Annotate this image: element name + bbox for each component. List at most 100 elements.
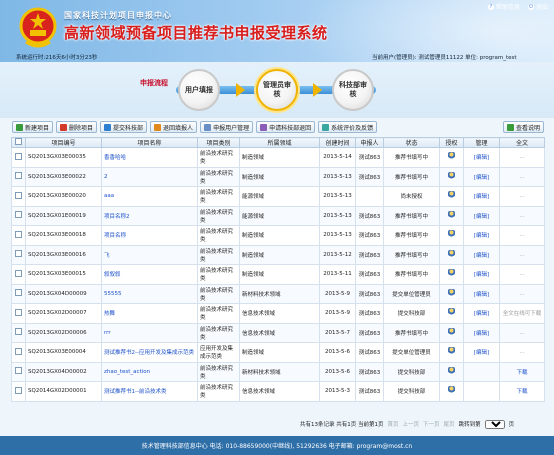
edit-link[interactable]: [编辑] bbox=[463, 244, 500, 265]
authorize-button[interactable] bbox=[439, 283, 464, 304]
fulltext-cell[interactable]: ... bbox=[499, 205, 545, 226]
col-header-field[interactable]: 所属领域 bbox=[239, 137, 320, 148]
authorize-button[interactable] bbox=[439, 244, 464, 265]
authorize-button[interactable] bbox=[439, 264, 464, 285]
edit-link[interactable]: [编辑] bbox=[463, 283, 500, 304]
row-checkbox[interactable] bbox=[11, 303, 26, 324]
authorize-button[interactable] bbox=[439, 147, 464, 168]
project-name-link[interactable]: aaa bbox=[101, 186, 198, 207]
authorize-button[interactable] bbox=[439, 303, 464, 324]
table-row[interactable]: SQ2013GX03E00035 香香哈哈 前沿技术研究类 制造领域 2013-5-14… bbox=[11, 147, 545, 168]
edit-link[interactable] bbox=[463, 381, 500, 402]
row-checkbox[interactable] bbox=[11, 322, 26, 343]
table-row[interactable]: SQ2014GX02D00001 测试推荐书1--前沿技术类 前沿技术研究类 信息技术… bbox=[11, 381, 545, 402]
authorize-button[interactable] bbox=[439, 166, 464, 187]
edit-link[interactable]: [编辑] bbox=[463, 303, 500, 324]
table-row[interactable]: SQ2013GX03E00022 2 前沿技术研究类 制造领域 2013-5-13 测试8… bbox=[11, 166, 545, 187]
view-instructions-button[interactable]: 查看说明 bbox=[502, 121, 544, 133]
edit-link[interactable]: [编辑] bbox=[463, 166, 500, 187]
fulltext-cell[interactable]: 下载 bbox=[499, 361, 545, 382]
fulltext-cell[interactable]: ... bbox=[499, 186, 545, 207]
edit-link[interactable] bbox=[463, 361, 500, 382]
project-name-link[interactable]: 项目名称2 bbox=[101, 205, 198, 226]
fulltext-cell[interactable]: ... bbox=[499, 342, 545, 363]
project-name-link[interactable]: 飞 bbox=[101, 244, 198, 265]
project-name-link[interactable]: zhao_test_action bbox=[101, 361, 198, 382]
project-name-link[interactable]: 项目名称 bbox=[101, 225, 198, 246]
fulltext-cell[interactable]: ... bbox=[499, 244, 545, 265]
logout-link[interactable]: ⏻ 退出 bbox=[527, 2, 548, 11]
col-header-date[interactable]: 创建时间 bbox=[319, 137, 356, 148]
row-checkbox[interactable] bbox=[11, 205, 26, 226]
pager-next[interactable]: 下一页 bbox=[423, 420, 440, 428]
row-checkbox[interactable] bbox=[11, 244, 26, 265]
authorize-button[interactable] bbox=[439, 361, 464, 382]
help-link[interactable]: ? 帮助信息 bbox=[487, 2, 520, 11]
authorize-button[interactable] bbox=[439, 225, 464, 246]
table-row[interactable]: SQ2013GX03E00018 项目名称 前沿技术研究类 制造领域 2013-5-13… bbox=[11, 225, 545, 246]
pager-prev[interactable]: 上一页 bbox=[403, 420, 420, 428]
return-applicant-button[interactable]: 退回填报人 bbox=[150, 121, 198, 133]
row-checkbox[interactable] bbox=[11, 225, 26, 246]
row-checkbox[interactable] bbox=[11, 381, 26, 402]
pager-first[interactable]: 首页 bbox=[388, 420, 399, 428]
fulltext-cell[interactable]: ... bbox=[499, 166, 545, 187]
row-checkbox[interactable] bbox=[11, 283, 26, 304]
table-row[interactable]: SQ2013GX03E00015 叙叙叙 前沿技术研究类 制造领域 2013-5-11 测… bbox=[11, 264, 545, 285]
edit-link[interactable]: [编辑] bbox=[463, 322, 500, 343]
table-row[interactable]: SQ2013GX03E00020 aaa 前沿技术研究类 能源领域 2013-5-13 尚… bbox=[11, 186, 545, 207]
request-return-button[interactable]: 申请科技部退回 bbox=[256, 121, 316, 133]
project-name-link[interactable]: 55555 bbox=[101, 283, 198, 304]
page-select[interactable]: 1 bbox=[484, 419, 505, 429]
project-name-link[interactable]: 测试推荐书1--前沿技术类 bbox=[101, 381, 198, 402]
new-project-button[interactable]: 新建项目 bbox=[12, 121, 54, 133]
project-name-link[interactable]: 测试推荐书2--应用开发及集成示范类 bbox=[101, 342, 198, 363]
fulltext-cell[interactable]: ... bbox=[499, 283, 545, 304]
submit-ministry-button[interactable]: 提交科技部 bbox=[100, 121, 148, 133]
authorize-button[interactable] bbox=[439, 322, 464, 343]
authorize-button[interactable] bbox=[439, 381, 464, 402]
select-all-checkbox[interactable] bbox=[11, 137, 26, 148]
edit-link[interactable]: [编辑] bbox=[463, 342, 500, 363]
user-management-button[interactable]: 申报用户管理 bbox=[200, 121, 254, 133]
edit-link[interactable]: [编辑] bbox=[463, 186, 500, 207]
feedback-button[interactable]: 系统评价及反馈 bbox=[318, 121, 378, 133]
fulltext-cell[interactable]: ... bbox=[499, 322, 545, 343]
row-checkbox[interactable] bbox=[11, 147, 26, 168]
authorize-button[interactable] bbox=[439, 186, 464, 207]
row-checkbox[interactable] bbox=[11, 361, 26, 382]
col-header-category[interactable]: 项目类别 bbox=[197, 137, 240, 148]
project-name-link[interactable]: 叙叙叙 bbox=[101, 264, 198, 285]
project-name-link[interactable]: rrr bbox=[101, 322, 198, 343]
authorize-button[interactable] bbox=[439, 342, 464, 363]
delete-project-button[interactable]: 删除项目 bbox=[56, 121, 98, 133]
edit-link[interactable]: [编辑] bbox=[463, 205, 500, 226]
fulltext-cell[interactable]: ... bbox=[499, 147, 545, 168]
table-row[interactable]: SQ2013GX03E00016 飞前沿技术研究类 制造领域 2013-5-12 测试8… bbox=[11, 244, 545, 265]
fulltext-cell[interactable]: 全文在线可下载 bbox=[499, 303, 545, 324]
row-checkbox[interactable] bbox=[11, 166, 26, 187]
table-row[interactable]: SQ2013GX02D00006 rrr 前沿技术研究类 信息技术领域 2013-5-7… bbox=[11, 322, 545, 343]
authorize-button[interactable] bbox=[439, 205, 464, 226]
project-name-link[interactable]: 香香哈哈 bbox=[101, 147, 198, 168]
col-header-applicant[interactable]: 申报人 bbox=[355, 137, 384, 148]
table-row[interactable]: SQ2013GX04D00002 zhao_test_action 前沿技术研究类新… bbox=[11, 361, 545, 382]
table-row[interactable]: SQ2013GX03E00004 测试推荐书2--应用开发及集成示范类 应用开发及集… bbox=[11, 342, 545, 363]
pager-last[interactable]: 尾页 bbox=[444, 420, 455, 428]
col-header-status[interactable]: 状态 bbox=[383, 137, 440, 148]
table-row[interactable]: SQ2013GX04D00009 55555 前沿技术研究类 新材料技术领域 2013-… bbox=[11, 283, 545, 304]
edit-link[interactable]: [编辑] bbox=[463, 225, 500, 246]
col-header-name[interactable]: 项目名称 bbox=[101, 137, 198, 148]
table-row[interactable]: SQ2013GX02D00007 热舞 前沿技术研究类 信息技术领域 2013-5-9 测… bbox=[11, 303, 545, 324]
row-checkbox[interactable] bbox=[11, 342, 26, 363]
fulltext-cell[interactable]: ... bbox=[499, 225, 545, 246]
col-header-id[interactable]: 项目编号 bbox=[25, 137, 102, 148]
fulltext-cell[interactable]: ... bbox=[499, 264, 545, 285]
project-name-link[interactable]: 热舞 bbox=[101, 303, 198, 324]
row-checkbox[interactable] bbox=[11, 264, 26, 285]
edit-link[interactable]: [编辑] bbox=[463, 264, 500, 285]
row-checkbox[interactable] bbox=[11, 186, 26, 207]
project-name-link[interactable]: 2 bbox=[101, 166, 198, 187]
table-row[interactable]: SQ2013GX01E00019 项目名称2 前沿技术研究类 能源领域 2013-5-1… bbox=[11, 205, 545, 226]
fulltext-cell[interactable]: 下载 bbox=[499, 381, 545, 402]
